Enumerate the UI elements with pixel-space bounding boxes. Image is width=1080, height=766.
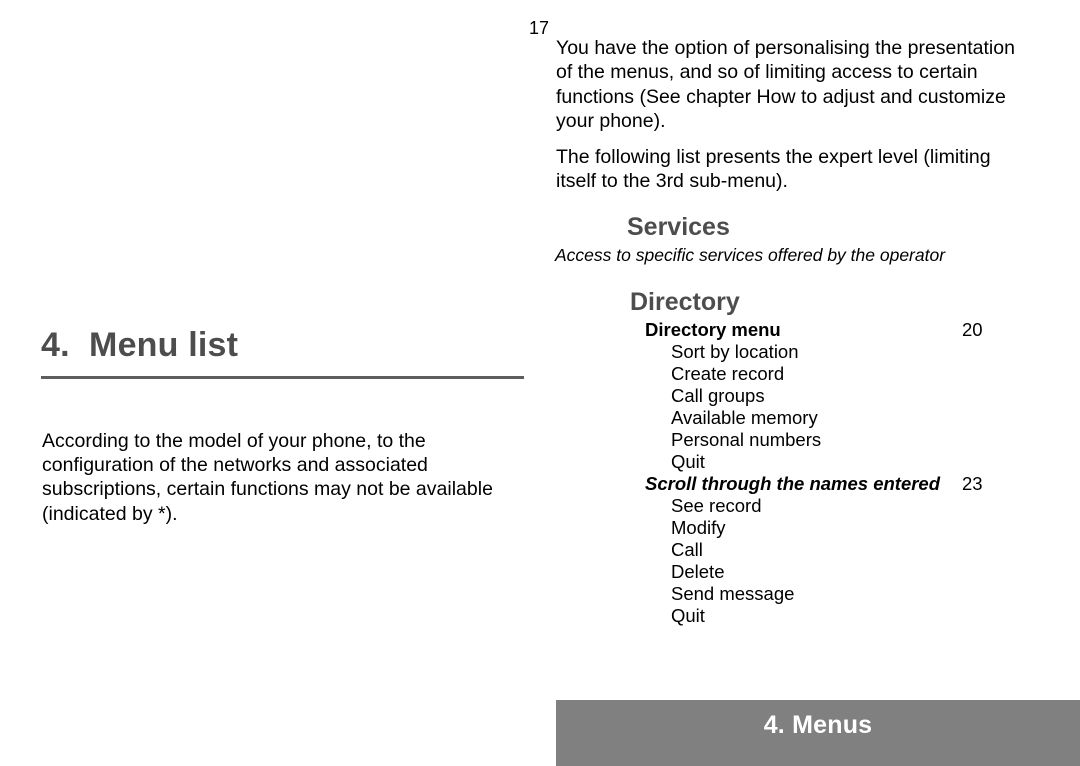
menu-subitem-label: Modify	[671, 517, 726, 538]
menu-entry-row: Scroll through the names entered 23	[0, 473, 1080, 495]
menu-entry-label: Scroll through the names entered	[645, 473, 941, 494]
section-subtitle-services: Access to specific services offered by t…	[555, 245, 946, 265]
menu-subitem-label: Delete	[671, 561, 725, 582]
menu-subitem-label: Call groups	[671, 385, 765, 406]
section-heading-services: Services	[627, 213, 730, 241]
section-heading-directory: Directory	[630, 288, 740, 316]
page-number: 17	[529, 18, 550, 38]
menu-subitem-label: Available memory	[671, 407, 818, 428]
menu-subitem-label: Personal numbers	[671, 429, 822, 450]
menu-subitem-row: Available memory	[0, 407, 1080, 429]
menu-subitem-label: Sort by location	[671, 341, 799, 362]
menu-subitem-row: Sort by location	[0, 341, 1080, 363]
footer-banner-label: 4. Menus	[763, 711, 873, 739]
menu-subitem-row: Quit	[0, 451, 1080, 473]
menu-entry-page-number: 23	[962, 473, 983, 494]
menu-entry-page-number: 20	[962, 319, 983, 340]
menu-subitem-label: Send message	[671, 583, 795, 604]
menu-subitem-label: Quit	[671, 451, 705, 472]
menu-subitem-label: Create record	[671, 363, 785, 384]
menu-subitem-row: Send message	[0, 583, 1080, 605]
right-column: 17 You have the option of personalising …	[0, 0, 1080, 766]
menu-subitem-row: Call	[0, 539, 1080, 561]
menu-subitem-row: Create record	[0, 363, 1080, 385]
body-paragraph-2: The following list presents the expert l…	[556, 146, 991, 193]
menu-entry-label: Directory menu	[645, 319, 781, 340]
document-page: { "page": { "number": "17", "background"…	[0, 0, 1080, 766]
menu-subitem-row: Personal numbers	[0, 429, 1080, 451]
menu-subitem-row: Delete	[0, 561, 1080, 583]
menu-list: Directory menu 20 Sort by location Create r…	[0, 319, 1080, 627]
menu-subitem-row: See record	[0, 495, 1080, 517]
body-paragraph-1: You have the option of personalising the…	[556, 37, 1015, 132]
menu-subitem-row: Call groups	[0, 385, 1080, 407]
footer-banner: 4. Menus	[556, 700, 1080, 766]
menu-entry-row: Directory menu 20	[0, 319, 1080, 341]
menu-subitem-label: See record	[671, 495, 762, 516]
menu-subitem-label: Call	[671, 539, 703, 560]
menu-subitem-row: Modify	[0, 517, 1080, 539]
menu-subitem-row: Quit	[0, 605, 1080, 627]
menu-subitem-label: Quit	[671, 605, 705, 626]
